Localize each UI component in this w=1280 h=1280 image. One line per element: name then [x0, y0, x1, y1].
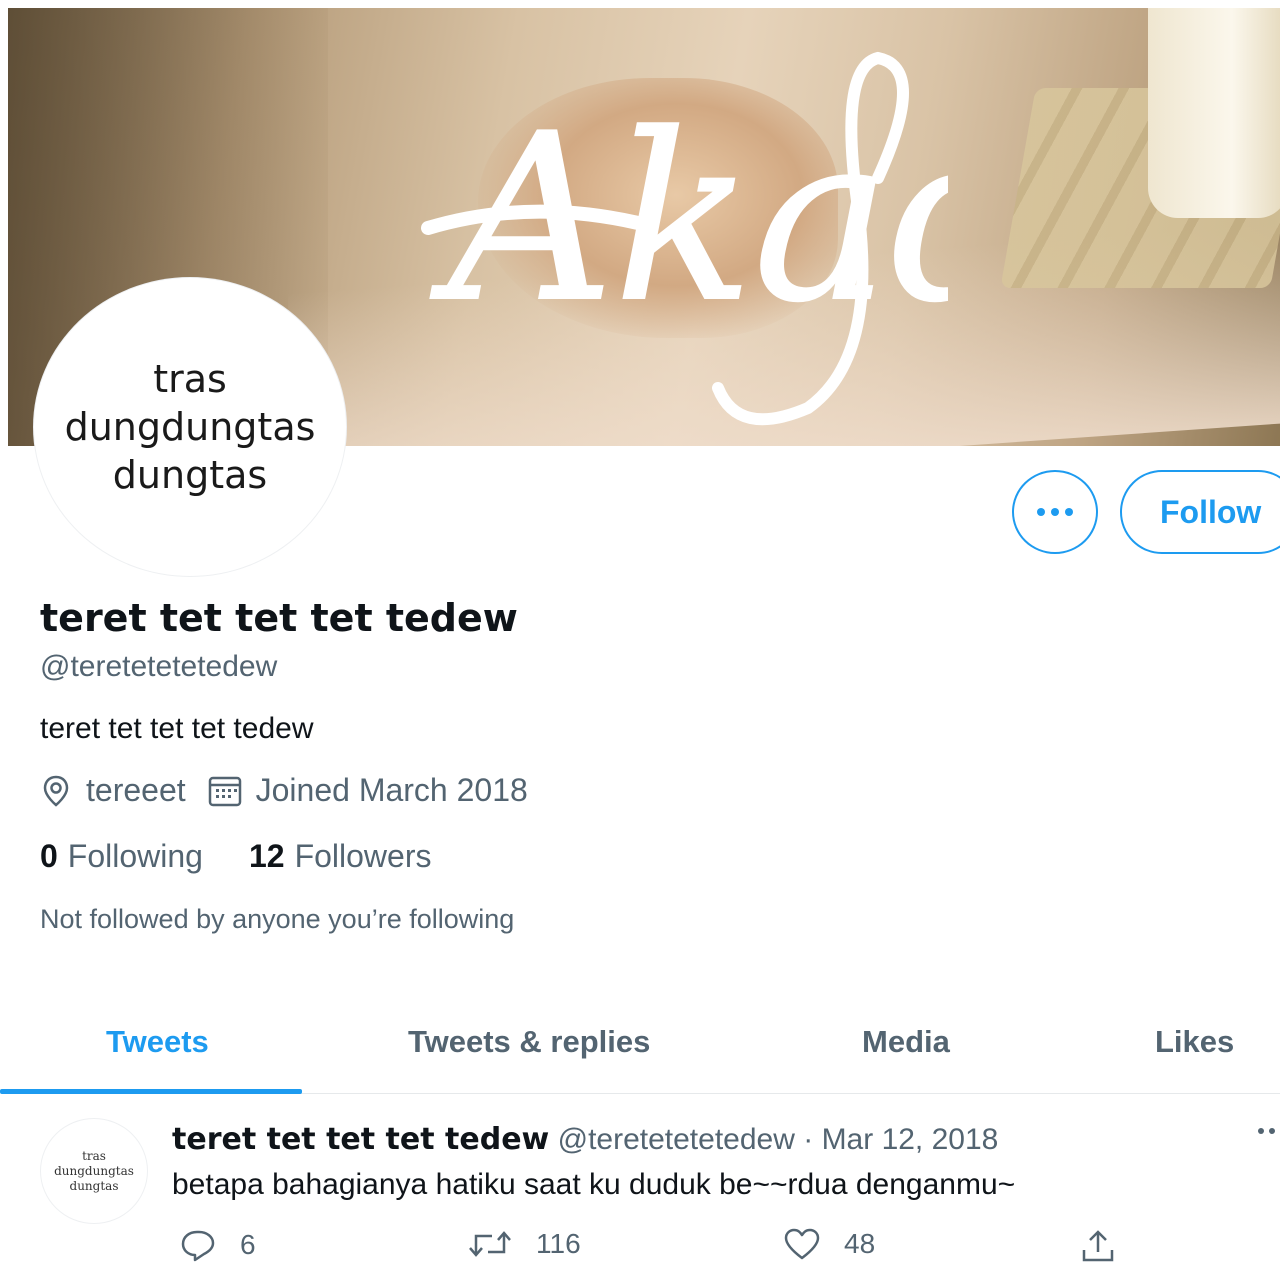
more-options-button[interactable]: [1012, 470, 1098, 554]
tweet-avatar-line: tras: [82, 1148, 106, 1163]
location-item: tereeet: [40, 772, 186, 809]
share-button[interactable]: [1080, 1228, 1140, 1264]
tweet-text: betapa bahagianya hatiku saat ku duduk b…: [172, 1168, 1016, 1201]
tweet-avatar-line: dungdungtas: [54, 1163, 134, 1178]
retweet-count: 116: [536, 1228, 581, 1259]
tweet-avatar-line: dungtas: [69, 1178, 119, 1193]
active-tab-indicator: [0, 1089, 302, 1094]
share-icon: [1082, 1230, 1114, 1262]
reply-count: 6: [240, 1229, 256, 1260]
like-button[interactable]: 48: [784, 1228, 875, 1260]
tweet-author-name[interactable]: teret tet tet tet tedew: [172, 1122, 549, 1157]
profile-page: Akad tras dungdungtas dungtas Follow ter…: [0, 0, 1280, 1280]
location-pin-icon: [43, 775, 69, 807]
followers-count: 12: [248, 838, 285, 874]
calendar-icon: [208, 776, 241, 806]
avatar-line: dungtas: [112, 453, 268, 497]
reply-icon: [181, 1230, 215, 1262]
tweet-avatar-text: tras dungdungtas dungtas: [54, 1149, 134, 1194]
tab-media[interactable]: Media: [862, 990, 950, 1094]
profile-avatar[interactable]: tras dungdungtas dungtas: [34, 278, 346, 576]
profile-stats: 0 Following 12 Followers: [40, 838, 477, 875]
profile-meta: tereeet Joined March 2018: [40, 772, 550, 809]
user-handle: @teretetetetedew: [40, 650, 278, 683]
banner-candle: [1148, 8, 1280, 218]
like-count: 48: [844, 1228, 876, 1259]
reply-button[interactable]: 6: [180, 1228, 256, 1262]
tab-tweets[interactable]: Tweets: [106, 990, 209, 1094]
tweet-separator: ·: [803, 1123, 814, 1156]
display-name: teret tet tet tet tedew: [40, 596, 518, 640]
followers-link[interactable]: 12 Followers: [249, 838, 432, 875]
follow-button[interactable]: Follow: [1120, 470, 1280, 554]
profile-bio: teret tet tet tet tedew: [40, 712, 314, 745]
joined-text: Joined March 2018: [255, 772, 528, 808]
tweet-actions: 6 116 48: [172, 1228, 1132, 1268]
heart-icon: [784, 1228, 820, 1260]
tweet-more-icon[interactable]: [1258, 1128, 1280, 1134]
banner-akad-lettering: Akad: [421, 51, 948, 426]
followers-label: Followers: [294, 838, 432, 874]
tab-tweets-replies[interactable]: Tweets & replies: [408, 990, 650, 1094]
not-followed-notice: Not followed by anyone you’re following: [40, 904, 515, 934]
joined-item: Joined March 2018: [208, 772, 528, 809]
tweet[interactable]: tras dungdungtas dungtas teret tet tet t…: [8, 1096, 1280, 1280]
avatar-line: dungdungtas: [64, 405, 316, 449]
tweet-author-avatar[interactable]: tras dungdungtas dungtas: [40, 1118, 148, 1224]
more-icon: [1037, 508, 1073, 516]
tweet-header: teret tet tet tet tedew @teretetetetedew…: [172, 1122, 998, 1157]
retweet-icon: [469, 1231, 511, 1257]
location-text: tereeet: [86, 772, 186, 808]
following-link[interactable]: 0 Following: [40, 838, 203, 875]
tweet-date[interactable]: Mar 12, 2018: [822, 1123, 999, 1156]
following-count: 0: [40, 838, 58, 874]
avatar-text: tras dungdungtas dungtas: [65, 355, 316, 499]
avatar-line: tras: [153, 357, 227, 401]
tab-likes[interactable]: Likes: [1155, 990, 1234, 1094]
tweet-author-handle[interactable]: @teretetetetedew: [558, 1123, 795, 1156]
profile-tabs: Tweets Tweets & replies Media Likes: [8, 990, 1280, 1094]
following-label: Following: [67, 838, 203, 874]
retweet-button[interactable]: 116: [468, 1228, 581, 1260]
